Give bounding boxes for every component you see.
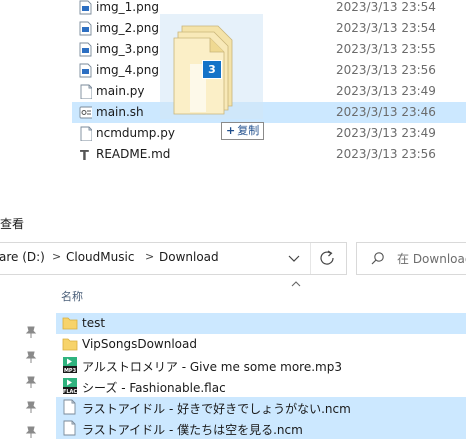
folder-icon — [62, 317, 78, 330]
file-modified-date: 2023/3/13 23:54 — [336, 21, 436, 35]
mp3-file-icon: MP3 — [63, 357, 77, 373]
flac-file-icon: FLAC — [63, 378, 77, 394]
text-file-icon: T — [80, 149, 89, 162]
file-name: アルストロメリア - Give me some more.mp3 — [82, 360, 342, 374]
file-name: img_1.png — [96, 0, 159, 14]
file-name: ncmdump.py — [96, 126, 175, 140]
sort-ascending-icon[interactable] — [290, 278, 302, 288]
file-row[interactable]: main.sh 2023/3/13 23:46 — [72, 102, 466, 123]
image-file-icon — [79, 42, 92, 57]
file-name: test — [82, 316, 106, 330]
file-name: シーズ - Fashionable.flac — [82, 381, 226, 395]
image-file-icon — [79, 0, 92, 15]
file-name: ラストアイドル - 僕たちは空を見る.ncm — [82, 423, 303, 437]
breadcrumb-drive[interactable]: are (D:) — [0, 250, 45, 264]
chevron-down-icon — [288, 255, 300, 262]
chevron-right-icon[interactable]: > — [52, 250, 61, 263]
file-modified-date: 2023/3/13 23:54 — [336, 0, 436, 14]
chevron-right-icon[interactable]: > — [145, 250, 154, 263]
svg-text:MP3: MP3 — [64, 368, 77, 373]
file-name: img_4.png — [96, 63, 159, 77]
pin-icon[interactable] — [24, 375, 38, 389]
address-dropdown-button[interactable] — [279, 243, 309, 274]
file-row[interactable]: img_2.png 2023/3/13 23:54 — [72, 18, 466, 39]
copy-tooltip-label: 复制 — [237, 124, 260, 137]
image-file-icon — [79, 21, 92, 36]
breadcrumb-cloudmusic[interactable]: CloudMusic — [66, 250, 134, 264]
file-icon — [80, 126, 92, 141]
top-explorer-window: img_1.png 2023/3/13 23:54 img_2.png 2023/3/… — [0, 0, 466, 178]
copy-tooltip: + 复制 — [221, 122, 265, 140]
plus-icon: + — [226, 124, 236, 137]
refresh-icon — [320, 250, 334, 265]
file-row[interactable]: img_3.png 2023/3/13 23:55 — [72, 39, 466, 60]
file-icon — [80, 84, 92, 99]
file-row[interactable]: main.py 2023/3/13 23:49 — [72, 81, 466, 102]
search-icon — [371, 252, 384, 265]
file-modified-date: 2023/3/13 23:49 — [336, 84, 436, 98]
file-row[interactable]: img_4.png 2023/3/13 23:56 — [72, 60, 466, 81]
file-name: img_2.png — [96, 21, 159, 35]
menu-view[interactable]: 查看 — [0, 215, 24, 232]
file-row[interactable]: VipSongsDownload — [56, 334, 466, 355]
file-name: VipSongsDownload — [82, 337, 197, 351]
pin-icon[interactable] — [24, 325, 38, 339]
file-modified-date: 2023/3/13 23:46 — [336, 105, 436, 119]
folder-icon — [62, 338, 78, 351]
refresh-button[interactable] — [310, 243, 345, 274]
svg-text:FLAC: FLAC — [63, 389, 77, 394]
file-name: ラストアイドル - 好きで好きでしょうがない.ncm — [82, 402, 351, 416]
file-name: README.md — [96, 147, 171, 161]
script-file-icon — [79, 106, 92, 119]
file-row[interactable]: ncmdump.py 2023/3/13 23:49 — [72, 123, 466, 144]
file-row[interactable]: ラストアイドル - 好きで好きでしょうがない.ncm — [56, 397, 466, 418]
file-row[interactable]: img_1.png 2023/3/13 23:54 — [72, 0, 466, 18]
file-row[interactable]: test — [56, 313, 466, 334]
file-name: main.py — [96, 84, 145, 98]
column-header-name[interactable]: 名称 — [61, 288, 83, 304]
breadcrumb-download[interactable]: Download — [159, 250, 219, 264]
search-box[interactable]: 在 Download — [356, 242, 466, 275]
file-icon — [63, 420, 76, 436]
drag-count-badge: 3 — [202, 60, 222, 79]
file-row[interactable]: MP3 アルストロメリア - Give me some more.mp3 — [56, 355, 466, 376]
file-row[interactable]: T README.md 2023/3/13 23:56 — [72, 144, 466, 165]
address-bar[interactable]: are (D:) > CloudMusic > Download — [0, 242, 347, 275]
pin-icon[interactable] — [24, 425, 38, 439]
file-row[interactable]: ラストアイドル - 僕たちは空を見る.ncm — [56, 418, 466, 439]
search-placeholder: 在 Download — [397, 252, 466, 266]
svg-text:T: T — [80, 149, 89, 162]
file-modified-date: 2023/3/13 23:56 — [336, 147, 436, 161]
file-modified-date: 2023/3/13 23:49 — [336, 126, 436, 140]
file-modified-date: 2023/3/13 23:55 — [336, 42, 436, 56]
image-file-icon — [79, 63, 92, 78]
bottom-explorer-window: 查看 are (D:) > CloudMusic > Download 在 Do… — [0, 178, 466, 446]
file-icon — [63, 399, 76, 415]
file-name: main.sh — [96, 105, 144, 119]
file-name: img_3.png — [96, 42, 159, 56]
navigation-pane — [0, 278, 44, 446]
file-modified-date: 2023/3/13 23:56 — [336, 63, 436, 77]
file-row[interactable]: FLAC シーズ - Fashionable.flac — [56, 376, 466, 397]
pin-icon[interactable] — [24, 400, 38, 414]
pin-icon[interactable] — [24, 350, 38, 364]
